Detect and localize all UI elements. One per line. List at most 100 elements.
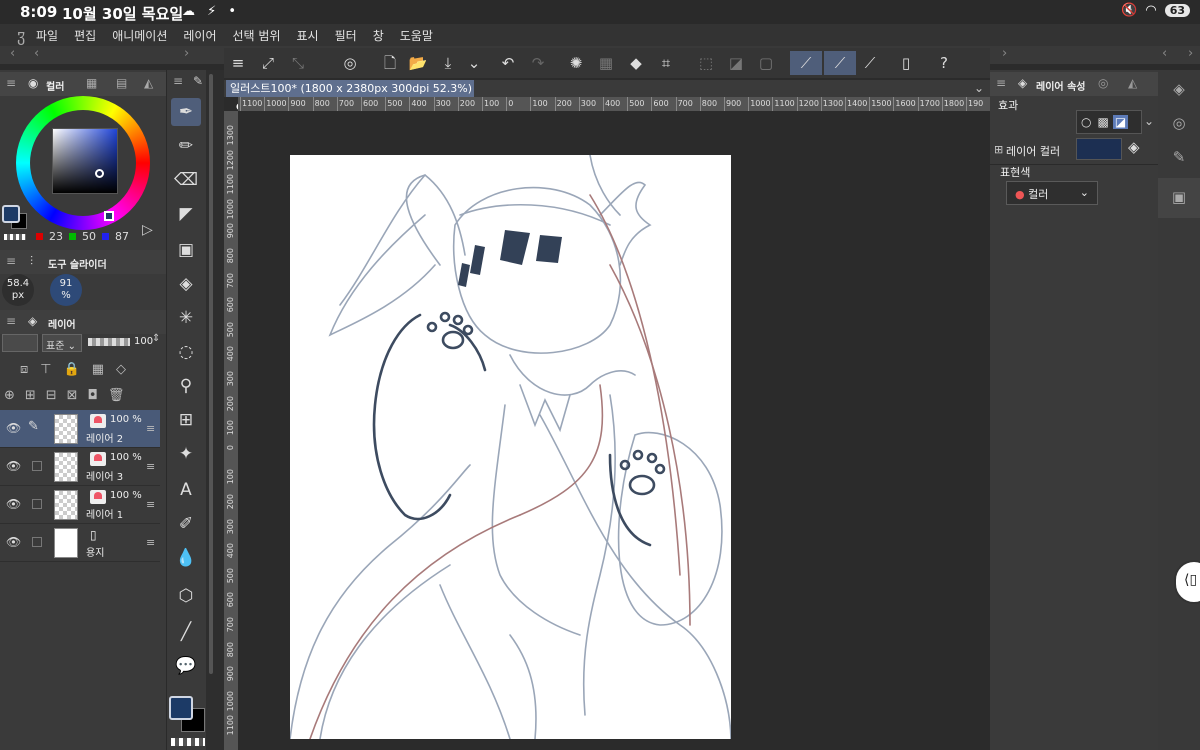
layer-check[interactable] xyxy=(32,537,42,547)
hue-handle[interactable] xyxy=(104,211,114,221)
undo-icon[interactable]: ↶ xyxy=(496,51,520,75)
clear-icon[interactable]: ▦ xyxy=(594,51,618,75)
color-play-icon[interactable]: ▷ xyxy=(142,222,153,238)
layer-color-swatch[interactable] xyxy=(1076,138,1122,160)
opacity-button[interactable]: 91 % xyxy=(50,274,82,306)
collapse-right-icon[interactable]: ‹ xyxy=(34,46,39,61)
object-tool-icon[interactable]: ⬡ xyxy=(171,582,201,610)
layer-color-effect-icon[interactable]: ◪ xyxy=(1112,115,1129,129)
layer-check[interactable] xyxy=(32,461,42,471)
eye-icon[interactable]: 👁 xyxy=(6,421,21,435)
color-set-icon[interactable]: ▦ xyxy=(86,76,97,90)
layer-row[interactable]: 👁 ✎ 100 % 레이어 2 ≡ xyxy=(0,410,160,448)
layer-menu-icon[interactable]: ≡ xyxy=(146,460,155,473)
layer-menu-icon[interactable]: ≡ xyxy=(146,536,155,549)
eye-icon[interactable]: 👁 xyxy=(6,459,21,473)
tool-scrollbar[interactable] xyxy=(209,74,213,674)
side-handle-icon[interactable]: ⟨▯ xyxy=(1174,560,1200,604)
transparent-color-swatch[interactable] xyxy=(4,234,26,240)
ruler-snap-icon[interactable]: ⟋ xyxy=(790,51,822,75)
open-folder-icon[interactable]: 📂 xyxy=(406,51,430,75)
invert-selection-icon[interactable]: ◪ xyxy=(724,51,748,75)
menu-filter[interactable]: 필터 xyxy=(335,27,357,44)
layer-check[interactable] xyxy=(32,499,42,509)
layer-row[interactable]: 👁 100 % 레이어 3 ≡ xyxy=(0,448,160,486)
layer-row[interactable]: 👁 ▯ 용지 ≡ xyxy=(0,524,160,562)
fill-bucket-icon[interactable]: ◈ xyxy=(1128,138,1140,156)
menu-help[interactable]: 도움말 xyxy=(400,27,433,44)
layer-stack-icon[interactable]: ◈ xyxy=(1166,76,1192,102)
blend-tool-icon[interactable]: 💧 xyxy=(171,544,201,572)
sparkle-tool-icon[interactable]: ✦ xyxy=(171,440,201,468)
color-saturation-square[interactable] xyxy=(52,128,118,194)
fit-screen-icon[interactable]: ⤢ xyxy=(256,51,280,75)
tone-effect-icon[interactable]: ▩ xyxy=(1097,115,1108,129)
color-circle-icon[interactable]: ◉ xyxy=(28,76,38,90)
menu-icon[interactable]: ≡ xyxy=(6,76,16,90)
help-icon[interactable]: ? xyxy=(932,51,956,75)
fill-tool-icon[interactable]: ◈ xyxy=(171,270,201,298)
expand-icon[interactable]: ⊞ xyxy=(994,143,1003,156)
color-picker-cursor[interactable] xyxy=(95,169,104,178)
loading-icon[interactable]: ✺ xyxy=(564,51,588,75)
transparent-color-swatch[interactable] xyxy=(171,738,205,746)
magic-wand-icon[interactable]: ✳ xyxy=(171,304,201,332)
save-icon[interactable]: ⤓ xyxy=(436,51,460,75)
blue-value[interactable]: 87 xyxy=(115,230,129,243)
document-tab[interactable]: 일러스트100* (1800 x 2380px 300dpi 52.3%) ● xyxy=(226,80,474,112)
paper-canvas[interactable] xyxy=(289,154,732,740)
pencil-tool-icon[interactable]: ✏ xyxy=(171,132,201,160)
pen-tool-icon[interactable]: ✒ xyxy=(171,98,201,126)
effect-selector[interactable]: ○ ▩ ◪ xyxy=(1076,110,1142,134)
tool-property-icon[interactable]: ✎ xyxy=(1166,144,1192,170)
collapse-left-icon[interactable]: ‹ xyxy=(10,46,15,61)
collapse-strip-left-icon[interactable]: ‹ xyxy=(1162,46,1167,61)
menu-edit[interactable]: 편집 xyxy=(74,27,96,44)
selection-border-icon[interactable]: ▢ xyxy=(754,51,778,75)
selection-pen-icon[interactable]: ◤ xyxy=(171,200,201,228)
layer-row[interactable]: 👁 100 % 레이어 1 ≡ xyxy=(0,486,160,524)
line-tool-icon[interactable]: ╱ xyxy=(171,618,201,646)
smartphone-icon[interactable]: ▯ xyxy=(894,51,918,75)
new-file-icon[interactable]: 🗋 xyxy=(378,51,402,75)
menu-icon[interactable]: ≡ xyxy=(6,314,16,328)
expression-color-dropdown[interactable]: ● 컬러 ⌄ xyxy=(1006,181,1098,205)
red-value[interactable]: 23 xyxy=(49,230,63,243)
main-color-swatch[interactable] xyxy=(2,205,20,223)
navigator-icon[interactable]: ◎ xyxy=(1098,76,1108,90)
special-ruler-snap-icon[interactable]: ⟋ xyxy=(824,51,856,75)
eye-icon[interactable]: 👁 xyxy=(6,497,21,511)
gradient-tool-icon[interactable]: ▣ xyxy=(171,236,201,264)
transform-icon[interactable]: ⤡ xyxy=(286,51,310,75)
blend-mode-dropdown[interactable]: 표준 ⌄ xyxy=(42,334,82,352)
menu-icon[interactable]: ≡ xyxy=(173,74,183,88)
save-dropdown-icon[interactable]: ⌄ xyxy=(462,51,486,75)
color-history-icon[interactable]: ▤ xyxy=(116,76,127,90)
collapse-right-panel-icon[interactable]: › xyxy=(1002,46,1007,61)
menu-icon[interactable]: ≡ xyxy=(226,51,250,75)
opacity-stepper-icon[interactable]: ⇕ xyxy=(152,333,160,344)
grid-snap-icon[interactable]: ⟋ xyxy=(858,51,882,75)
brush-size-button[interactable]: 58.4 px xyxy=(2,274,34,306)
eraser-tool-icon[interactable]: ⌫ xyxy=(171,166,201,194)
menu-icon[interactable]: ≡ xyxy=(6,254,16,268)
menu-file[interactable]: 파일 xyxy=(36,27,58,44)
app-logo-icon[interactable]: ჳ xyxy=(6,26,36,45)
balloon-tool-icon[interactable]: 💬 xyxy=(171,652,201,680)
layer-action-toolbar[interactable]: ⊕⊞⊟⊠◘🗑 xyxy=(4,388,164,403)
layer-opacity-value[interactable]: 100 xyxy=(134,336,153,347)
redo-icon[interactable]: ↷ xyxy=(526,51,550,75)
effect-dropdown-icon[interactable]: ⌄ xyxy=(1144,114,1154,128)
layer-opacity-slider[interactable] xyxy=(88,338,130,346)
layer-lock-toolbar[interactable]: ⧈⊤🔒▦◇ xyxy=(20,362,160,377)
color-mix-icon[interactable]: ◭ xyxy=(144,76,153,90)
eye-icon[interactable]: 👁 xyxy=(6,535,21,549)
border-effect-icon[interactable]: ○ xyxy=(1081,115,1091,129)
collapse-strip-right-icon[interactable]: › xyxy=(1188,46,1193,61)
green-value[interactable]: 50 xyxy=(82,230,96,243)
lasso-tool-icon[interactable]: ◌ xyxy=(171,338,201,366)
layer-color-dropdown[interactable] xyxy=(2,334,38,352)
sub-tool-detail-icon[interactable]: ◭ xyxy=(1128,76,1137,90)
vector-pen-icon[interactable]: ✐ xyxy=(171,510,201,538)
main-color-swatch[interactable] xyxy=(169,696,193,720)
